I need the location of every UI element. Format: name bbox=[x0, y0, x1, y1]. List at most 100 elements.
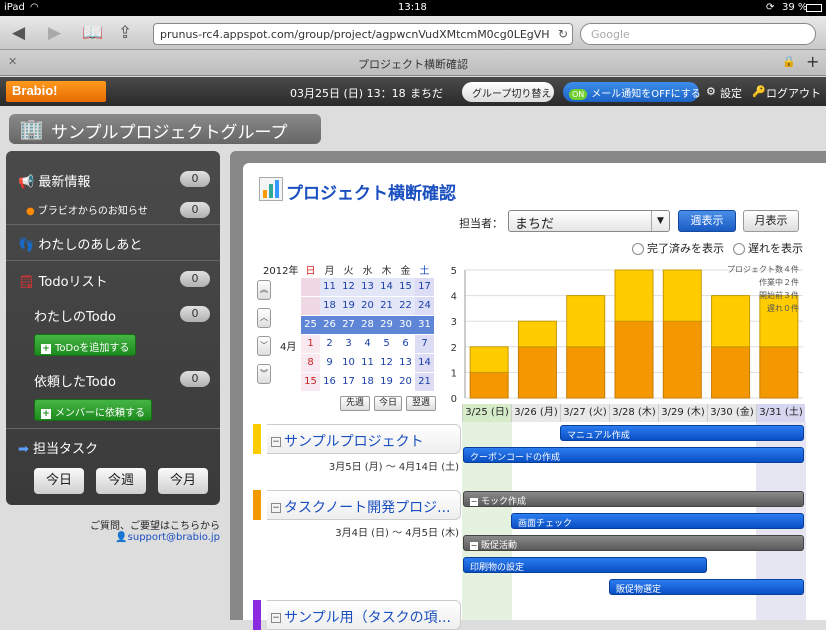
add-todo-button[interactable]: + ToDoを追加する bbox=[34, 334, 137, 356]
calendar-day[interactable]: 29 bbox=[377, 316, 396, 334]
calendar-day[interactable]: 11 bbox=[358, 354, 377, 372]
task-bar[interactable]: 販促物選定 bbox=[609, 579, 804, 595]
project-row[interactable]: − タスクノート開発プロジ... 3月4日 (日) 〜 4月5日 (木) bbox=[253, 490, 461, 540]
search-field[interactable]: Google bbox=[580, 23, 816, 45]
task-group-bar[interactable]: − 販促活動 bbox=[463, 535, 804, 551]
cal-down-double-icon[interactable]: ︾ bbox=[257, 364, 271, 384]
calendar-day[interactable]: 14 bbox=[377, 278, 396, 296]
show-late-checkbox[interactable]: 遅れを表示 bbox=[733, 240, 803, 256]
calendar-day[interactable]: 30 bbox=[396, 316, 415, 334]
sidebar-item-tasks[interactable]: ➡ 担当タスク bbox=[6, 438, 220, 457]
calendar-day[interactable]: 19 bbox=[339, 297, 358, 315]
calendar-day[interactable]: 8 bbox=[301, 354, 320, 372]
prev-week-button[interactable]: 先週 bbox=[340, 396, 370, 411]
show-done-checkbox[interactable]: 完了済みを表示 bbox=[632, 240, 724, 256]
request-member-button[interactable]: + メンバーに依頼する bbox=[34, 399, 152, 421]
calendar-day[interactable]: 31 bbox=[415, 316, 434, 334]
share-icon[interactable]: ⇪ bbox=[118, 23, 132, 43]
sidebar-item-my-todo[interactable]: わたしのTodo 0 bbox=[6, 306, 220, 325]
collapse-icon[interactable]: − bbox=[470, 498, 478, 506]
project-name[interactable]: − サンプルプロジェクト bbox=[267, 424, 461, 454]
cal-today-button[interactable]: 今日 bbox=[374, 396, 402, 411]
browser-tab[interactable]: ✕ プロジェクト横断確認 🔒 + bbox=[0, 50, 826, 76]
mail-notification-toggle[interactable]: ON メール通知をOFFにする bbox=[563, 82, 701, 102]
calendar-day[interactable]: 27 bbox=[339, 316, 358, 334]
bookmarks-icon[interactable]: 📖 bbox=[82, 23, 103, 43]
calendar-day[interactable]: 12 bbox=[377, 354, 396, 372]
support-email-link[interactable]: support@brabio.jp bbox=[128, 532, 220, 543]
sidebar-item-news[interactable]: 📢 最新情報 0 bbox=[6, 171, 220, 190]
calendar-day[interactable]: 18 bbox=[358, 373, 377, 391]
tasks-week-button[interactable]: 今週 bbox=[96, 468, 146, 494]
calendar-day[interactable]: 13 bbox=[396, 354, 415, 372]
next-week-button[interactable]: 翌週 bbox=[406, 396, 436, 411]
calendar-day[interactable]: 26 bbox=[320, 316, 339, 334]
calendar-day[interactable]: 18 bbox=[320, 297, 339, 315]
project-row[interactable]: − サンプル用（タスクの項... bbox=[253, 600, 461, 630]
forward-icon[interactable]: ▶ bbox=[48, 23, 61, 43]
calendar-day[interactable]: 5 bbox=[377, 335, 396, 353]
calendar-day[interactable]: 19 bbox=[377, 373, 396, 391]
sidebar-item-footprint[interactable]: 👣 わたしのあしあと bbox=[6, 234, 220, 253]
calendar-day[interactable]: 15 bbox=[396, 278, 415, 296]
calendar-day[interactable]: 15 bbox=[301, 373, 320, 391]
task-group-bar[interactable]: − モック作成 bbox=[463, 491, 804, 507]
task-bar[interactable]: クーポンコードの作成 bbox=[463, 447, 804, 463]
calendar-day[interactable]: 20 bbox=[358, 297, 377, 315]
tasks-month-button[interactable]: 今月 bbox=[158, 468, 208, 494]
collapse-icon[interactable]: − bbox=[271, 503, 281, 513]
url-field[interactable]: prunus-rc4.appspot.com/group/project/agp… bbox=[153, 23, 573, 45]
calendar-day[interactable]: 17 bbox=[415, 278, 434, 296]
calendar-day[interactable]: 9 bbox=[320, 354, 339, 372]
calendar-day[interactable]: 7 bbox=[415, 335, 434, 353]
calendar-day[interactable]: 16 bbox=[320, 373, 339, 391]
calendar-day[interactable]: 17 bbox=[339, 373, 358, 391]
cal-up-double-icon[interactable]: ︽ bbox=[257, 280, 271, 300]
week-view-button[interactable]: 週表示 bbox=[678, 210, 736, 232]
back-icon[interactable]: ◀ bbox=[12, 23, 25, 43]
tasks-today-button[interactable]: 今日 bbox=[34, 468, 84, 494]
calendar-day[interactable]: 13 bbox=[358, 278, 377, 296]
sidebar-item-req-todo[interactable]: 依頼したTodo 0 bbox=[6, 371, 220, 390]
calendar-day[interactable]: 24 bbox=[415, 297, 434, 315]
calendar-day[interactable]: 14 bbox=[415, 354, 434, 372]
calendar-day[interactable]: 28 bbox=[358, 316, 377, 334]
calendar-day[interactable]: 11 bbox=[320, 278, 339, 296]
gear-icon[interactable]: ⚙ bbox=[706, 85, 716, 98]
collapse-icon[interactable]: − bbox=[271, 613, 281, 623]
logout-link[interactable]: ログアウト bbox=[766, 85, 821, 101]
settings-link[interactable]: 設定 bbox=[720, 85, 742, 101]
calendar-day[interactable]: 6 bbox=[396, 335, 415, 353]
new-tab-icon[interactable]: + bbox=[806, 52, 819, 71]
project-row[interactable]: − サンプルプロジェクト 3月5日 (月) 〜 4月14日 (土) bbox=[253, 424, 461, 474]
project-name[interactable]: − サンプル用（タスクの項... bbox=[267, 600, 461, 630]
calendar-day[interactable]: 21 bbox=[377, 297, 396, 315]
task-bar[interactable]: マニュアル作成 bbox=[560, 425, 804, 441]
calendar-day[interactable]: 3 bbox=[339, 335, 358, 353]
brabio-logo[interactable]: Brabio! bbox=[6, 81, 106, 102]
month-view-button[interactable]: 月表示 bbox=[743, 210, 799, 232]
calendar-day[interactable]: 10 bbox=[339, 354, 358, 372]
calendar-day[interactable]: 12 bbox=[339, 278, 358, 296]
group-switch-button[interactable]: グループ切り替え bbox=[462, 82, 554, 102]
cal-down-icon[interactable]: ﹀ bbox=[257, 336, 271, 356]
reload-icon[interactable]: ↻ bbox=[558, 27, 568, 41]
calendar-day[interactable]: 25 bbox=[301, 316, 320, 334]
cal-up-icon[interactable]: ︿ bbox=[257, 308, 271, 328]
calendar-day[interactable]: 4 bbox=[358, 335, 377, 353]
calendar-day[interactable]: 21 bbox=[415, 373, 434, 391]
task-bar[interactable]: 画面チェック bbox=[511, 513, 804, 529]
logout-icon[interactable]: 🔑 bbox=[752, 85, 766, 98]
bar-segment bbox=[469, 346, 509, 373]
calendar-day[interactable]: 20 bbox=[396, 373, 415, 391]
collapse-icon[interactable]: − bbox=[470, 542, 478, 550]
task-bar[interactable]: 印刷物の設定 bbox=[463, 557, 707, 573]
calendar-day[interactable]: 2 bbox=[320, 335, 339, 353]
collapse-icon[interactable]: − bbox=[271, 437, 281, 447]
project-name[interactable]: − タスクノート開発プロジ... bbox=[267, 490, 461, 520]
calendar-day[interactable]: 1 bbox=[301, 335, 320, 353]
sidebar-item-notice[interactable]: ● ブラビオからのお知らせ 0 bbox=[6, 202, 220, 218]
calendar-day[interactable]: 22 bbox=[396, 297, 415, 315]
sidebar-item-todo[interactable]: 🗒 Todoリスト 0 bbox=[6, 271, 220, 290]
assignee-select[interactable]: まちだ ▼ bbox=[508, 210, 670, 232]
